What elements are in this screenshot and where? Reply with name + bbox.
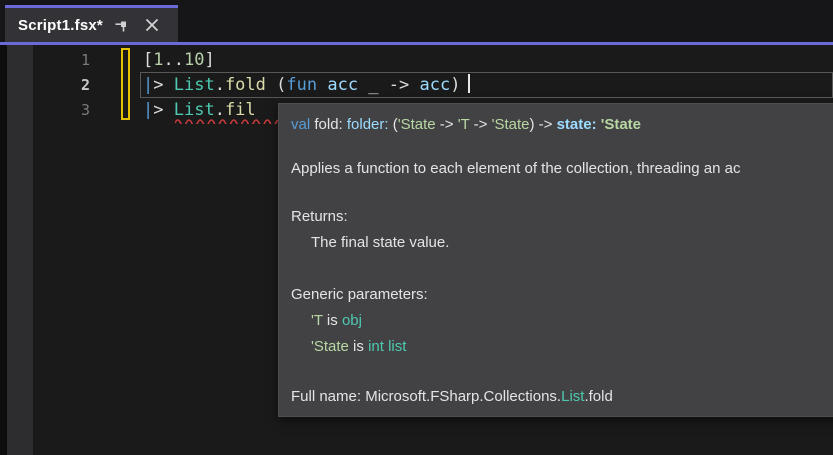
line-number-1: 1 — [33, 48, 90, 73]
code-editor[interactable]: 1 2 3 [1..10] |> List.fold (fun acc _ ->… — [0, 45, 833, 455]
code-token — [317, 75, 327, 95]
sig-token-current-param: state: — [557, 116, 601, 133]
code-token: acc — [327, 75, 358, 95]
generic-token: is — [323, 312, 342, 329]
tooltip-generic-param-1: 'T is obj — [291, 308, 833, 334]
sig-token: fold: — [310, 116, 347, 133]
code-token: fun — [286, 75, 317, 95]
tooltip-returns-value: The final state value. — [291, 230, 833, 256]
sig-token: ) -> — [529, 116, 556, 133]
sig-token: folder: — [347, 116, 393, 133]
line-number-2: 2 — [33, 73, 90, 98]
code-token: ( — [266, 75, 286, 95]
sig-token: 'State — [398, 116, 436, 133]
sig-token: -> — [436, 116, 458, 133]
tooltip-generic-param-2: 'State is int list — [291, 334, 833, 360]
tab-title: Script1.fsx* — [18, 17, 103, 34]
sig-token: 'State — [492, 116, 530, 133]
code-token: fold — [225, 75, 266, 95]
sig-token-current-param: 'State — [601, 116, 641, 133]
close-icon[interactable] — [141, 14, 163, 36]
code-token: | — [143, 100, 153, 120]
tooltip-full-name: Full name: Microsoft.FSharp.Collections.… — [291, 384, 833, 410]
tooltip-description: Applies a function to each element of th… — [291, 156, 833, 182]
error-squiggle — [175, 119, 287, 124]
editor-left-strip — [0, 45, 7, 455]
tab-script1-fsx[interactable]: Script1.fsx* — [5, 5, 178, 42]
code-token: ) — [450, 75, 460, 95]
tab-bar: Script1.fsx* — [0, 0, 833, 45]
fullname-token: List — [561, 388, 584, 405]
code-token: . — [215, 75, 225, 95]
sig-token: -> — [469, 116, 491, 133]
code-token: _ — [358, 75, 389, 95]
code-token: -> — [389, 75, 409, 95]
quickinfo-tooltip: val fold: folder: ('State -> 'T -> 'Stat… — [278, 103, 833, 417]
generic-token: 'State — [311, 338, 349, 355]
fullname-token: .fold — [584, 388, 612, 405]
code-token: [ — [143, 50, 153, 70]
tooltip-generic-label: Generic parameters: — [291, 282, 833, 308]
generic-token: int list — [368, 338, 406, 355]
generic-token: is — [349, 338, 368, 355]
text-caret — [468, 74, 470, 93]
code-token: 1 — [153, 50, 163, 70]
code-token: . — [215, 100, 225, 120]
code-token: ] — [204, 50, 214, 70]
code-line-2[interactable]: |> List.fold (fun acc _ -> acc) — [143, 73, 470, 98]
tooltip-returns-label: Returns: — [291, 204, 833, 230]
code-token: List — [174, 100, 215, 120]
unsaved-changes-indicator — [121, 48, 130, 120]
code-token: 10 — [184, 50, 204, 70]
code-token: > — [153, 100, 173, 120]
code-token: fil — [225, 100, 256, 120]
code-token: | — [143, 75, 153, 95]
fullname-token: Full name: Microsoft.FSharp.Collections. — [291, 388, 561, 405]
code-token: List — [174, 75, 215, 95]
code-token: acc — [420, 75, 451, 95]
generic-token: 'T — [311, 312, 323, 329]
pin-icon[interactable] — [111, 14, 133, 36]
sig-token: 'T — [458, 116, 470, 133]
vs-editor-window: Script1.fsx* — [0, 0, 833, 455]
line-number-3: 3 — [33, 98, 90, 123]
code-token: > — [153, 75, 173, 95]
code-token — [409, 75, 419, 95]
sig-token: val — [291, 116, 310, 133]
generic-token: obj — [342, 312, 362, 329]
code-line-1[interactable]: [1..10] — [143, 48, 215, 73]
tooltip-signature: val fold: folder: ('State -> 'T -> 'Stat… — [291, 112, 833, 138]
code-token: .. — [164, 50, 184, 70]
breakpoint-gutter[interactable] — [7, 45, 33, 455]
